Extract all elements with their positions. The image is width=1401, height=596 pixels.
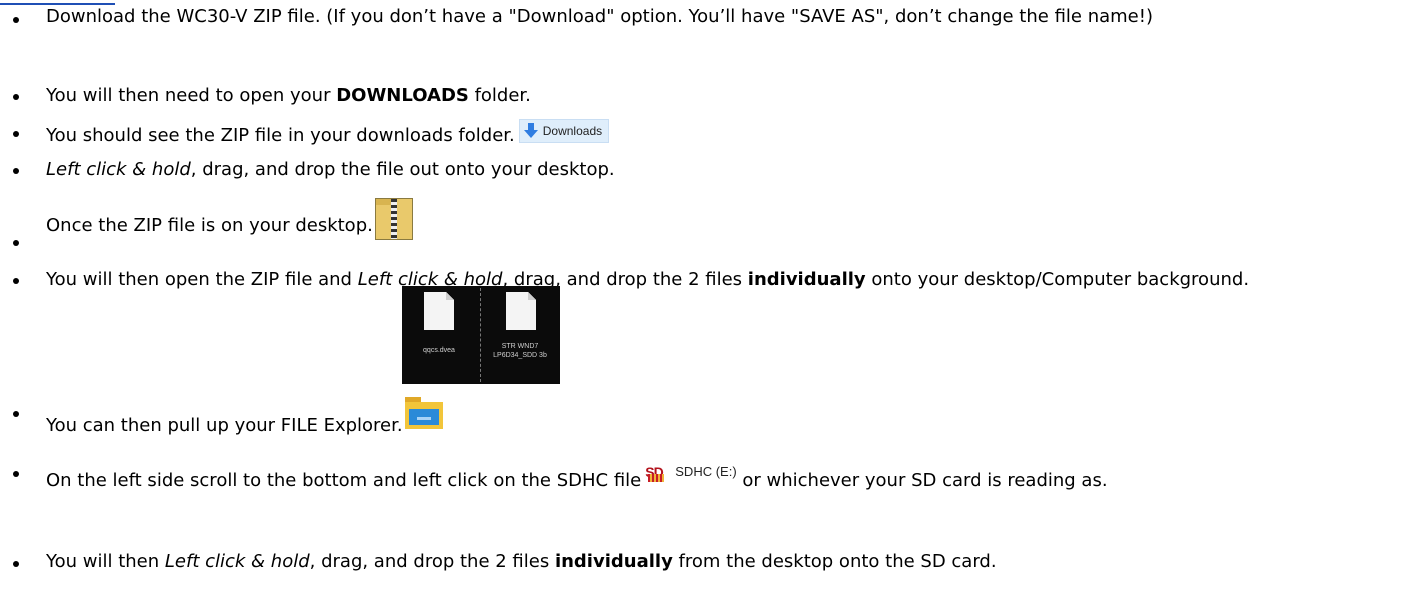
step-1-text: Download the WC30-V ZIP file. (If you do… <box>46 6 1153 27</box>
bullet <box>13 411 19 417</box>
step-6-post: onto your desktop/Computer background. <box>865 269 1250 290</box>
step-9-post: from the desktop onto the SD card. <box>672 551 997 572</box>
step-5-text: Once the ZIP file is on your desktop. <box>46 198 1387 240</box>
step-5-sentence: Once the ZIP file is on your desktop. <box>46 215 373 236</box>
step-9-italic: Left click & hold <box>164 551 310 572</box>
step-3-text: You should see the ZIP file in your down… <box>46 119 1387 150</box>
step-8-pre: On the left side scroll to the bottom an… <box>46 470 642 491</box>
bullet <box>13 240 19 246</box>
bullet <box>13 17 19 23</box>
bullet <box>13 131 19 137</box>
file-2-label: STR WND7 LP6D34_SDD 3b <box>493 343 547 359</box>
step-4-italic: Left click & hold <box>46 159 191 180</box>
step-9-pre: You will then <box>46 551 165 572</box>
zip-folder-icon <box>374 198 413 240</box>
step-9-text: You will then Left click & hold, drag, a… <box>46 548 1387 576</box>
sdhc-drive-label: SDHC (E:) <box>675 464 737 479</box>
downloads-badge: Downloads <box>518 119 610 143</box>
step-8-post: or whichever your SD card is reading as. <box>736 470 1108 491</box>
step-7-sentence: You can then pull up your FILE Explorer. <box>46 415 403 436</box>
bullet <box>13 168 19 174</box>
file-explorer-icon <box>404 397 443 429</box>
step-4-text: Left click & hold, drag, and drop the fi… <box>46 156 1387 184</box>
downloads-emphasis: DOWNLOADS <box>336 85 469 106</box>
step-9-mid: , drag, and drop the 2 files <box>309 551 555 572</box>
step-2-text: You will then need to open your DOWNLOAD… <box>46 82 1387 110</box>
file-icon <box>424 292 454 330</box>
step-8-text: On the left side scroll to the bottom an… <box>46 458 1387 495</box>
step-6-text: You will then open the ZIP file and Left… <box>46 266 1387 294</box>
step-4-post: , drag, and drop the file out onto your … <box>190 159 615 180</box>
step-6-pre: You will then open the ZIP file and <box>46 269 358 290</box>
bullet <box>13 471 19 477</box>
download-arrow-icon <box>523 123 538 138</box>
two-files-on-black-image: qqcs.dvea STR WND7 LP6D34_SDD 3b <box>402 286 560 384</box>
individually-emphasis: individually <box>747 269 866 290</box>
bullet <box>13 94 19 100</box>
sdhc-drive-badge: SD SDHC (E:) <box>645 458 737 486</box>
bullet <box>13 278 19 284</box>
step-2-pre: You will then need to open your <box>46 85 337 106</box>
individually-emphasis: individually <box>554 551 673 572</box>
step-2-post: folder. <box>468 85 531 106</box>
bullet <box>13 561 19 567</box>
step-7-text: You can then pull up your FILE Explorer. <box>46 397 1387 440</box>
file-1-label: qqcs.dvea <box>423 347 455 354</box>
step-3-sentence: You should see the ZIP file in your down… <box>46 125 515 146</box>
file-icon <box>506 292 536 330</box>
sd-card-icon: SD <box>645 461 669 483</box>
downloads-badge-label: Downloads <box>542 124 603 138</box>
